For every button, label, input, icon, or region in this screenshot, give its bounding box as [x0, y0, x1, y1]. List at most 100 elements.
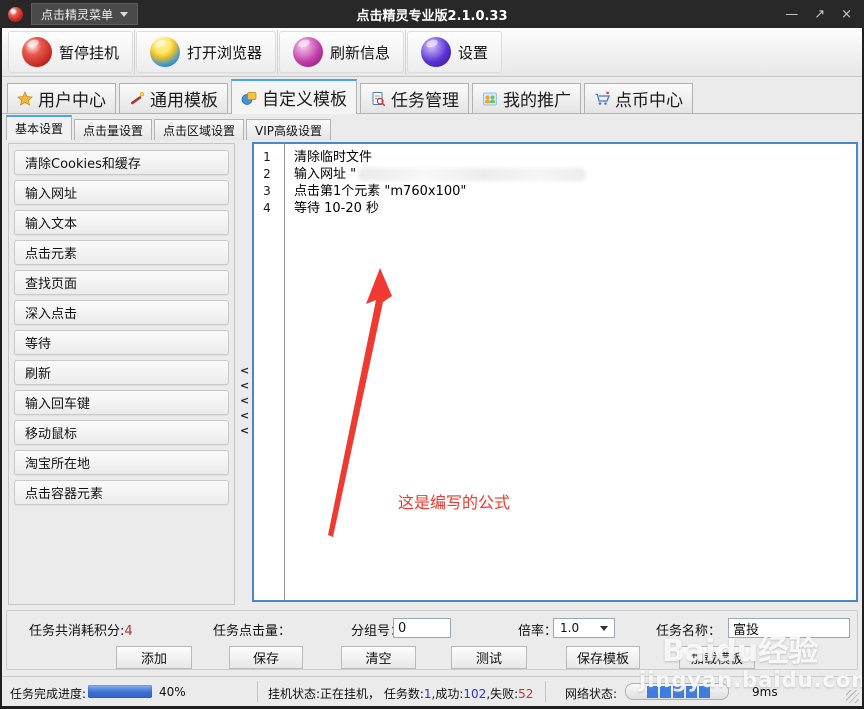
add-button[interactable]: 添加 [116, 646, 192, 669]
subtab-label: 点击量设置 [83, 122, 143, 139]
save-button[interactable]: 保存 [229, 646, 303, 669]
collapse-chevron-icon: < [240, 365, 249, 376]
statusbar-divider [257, 681, 258, 702]
latency-value: 9ms [752, 685, 778, 699]
subtab-basic-settings[interactable]: 基本设置 [6, 115, 72, 140]
cmd-wait-button[interactable]: 等待 [14, 330, 229, 355]
points-consumed-value: 4 [124, 624, 132, 639]
clear-button[interactable]: 清空 [341, 646, 416, 669]
load-template-button[interactable]: 加载模板 [679, 646, 755, 669]
maximize-button[interactable]: ↗ [814, 8, 825, 21]
success-count-value: 102 [463, 687, 486, 701]
open-browser-label: 打开浏览器 [187, 42, 262, 63]
progress-percent: 40% [159, 685, 186, 699]
subtab-label: VIP高级设置 [255, 122, 322, 139]
settings-subtabstrip: 基本设置 点击量设置 点击区域设置 VIP高级设置 [6, 115, 333, 140]
tab-label: 任务管理 [391, 86, 459, 111]
cmd-refresh-button[interactable]: 刷新 [14, 360, 229, 385]
cmd-clear-cookies-button[interactable]: 清除Cookies和缓存 [14, 150, 229, 175]
app-window: 点击精灵菜单 点击精灵专业版2.1.0.33 — ↗ × 暂停挂机 打开浏览器 [0, 0, 864, 709]
close-button[interactable]: × [841, 8, 852, 21]
signal-bar-icon [699, 686, 710, 698]
collapse-chevron-icon: < [240, 410, 249, 421]
fail-label: ,失败: [486, 687, 518, 701]
cmd-find-page-button[interactable]: 查找页面 [14, 270, 229, 295]
script-line: 等待 10-20 秒 [294, 200, 852, 217]
toolbar-separator [277, 30, 278, 74]
save-template-button[interactable]: 保存模板 [566, 646, 640, 669]
test-button[interactable]: 测试 [451, 646, 527, 669]
subtab-label: 基本设置 [15, 120, 63, 137]
two-people-icon [482, 91, 498, 107]
pause-hang-label: 暂停挂机 [59, 42, 119, 63]
line-number: 3 [254, 184, 280, 198]
settings-button[interactable]: 设置 [407, 31, 502, 73]
signal-bar-icon [686, 686, 697, 698]
tab-label: 自定义模板 [262, 85, 347, 110]
magic-wand-icon [129, 91, 145, 107]
group-number-input[interactable] [393, 618, 451, 638]
tab-general-template[interactable]: 通用模板 [119, 83, 228, 113]
success-label: ,成功: [432, 687, 464, 701]
annotation-text: 这是编写的公式 [398, 489, 510, 513]
rate-select[interactable]: 1.0 [553, 618, 615, 638]
collapse-chevron-icon: < [240, 425, 249, 436]
line-number: 4 [254, 201, 280, 215]
window-title: 点击精灵专业版2.1.0.33 [356, 5, 507, 24]
tab-my-promotion[interactable]: 我的推广 [472, 83, 581, 113]
cmd-enter-text-button[interactable]: 输入文本 [14, 210, 229, 235]
signal-bar-icon [673, 686, 684, 698]
pause-hang-button[interactable]: 暂停挂机 [8, 31, 133, 73]
network-signal-meter [625, 683, 729, 700]
task-count-value: 1 [424, 687, 432, 701]
cmd-deep-click-button[interactable]: 深入点击 [14, 300, 229, 325]
cmd-taobao-location-button[interactable]: 淘宝所在地 [14, 450, 229, 475]
cmd-enter-key-button[interactable]: 输入回车键 [14, 390, 229, 415]
script-line-text: 清除临时文件 [294, 150, 372, 165]
app-logo-icon [8, 7, 23, 22]
tab-user-center[interactable]: 用户中心 [7, 83, 116, 113]
task-form-panel: 任务共消耗积分:4 任务点击量： 分组号： 倍率： 1.0 任务名称： 添加 保… [6, 610, 858, 670]
script-line-text: 点击第1个元素 "m760x100" [294, 184, 466, 199]
resize-grip[interactable] [846, 690, 859, 703]
tab-label: 点币中心 [615, 86, 683, 111]
tab-coin-center[interactable]: 点币中心 [584, 83, 693, 113]
cmd-click-element-button[interactable]: 点击元素 [14, 240, 229, 265]
minimize-button[interactable]: — [785, 8, 798, 21]
task-document-magnifier-icon [370, 91, 386, 107]
open-browser-button[interactable]: 打开浏览器 [136, 31, 276, 73]
custom-template-icon [241, 90, 257, 106]
subtab-click-volume[interactable]: 点击量设置 [74, 119, 152, 140]
tab-custom-template[interactable]: 自定义模板 [231, 79, 357, 114]
refresh-info-button[interactable]: 刷新信息 [279, 31, 404, 73]
app-menu-button[interactable]: 点击精灵菜单 [31, 3, 138, 25]
rate-selected-value: 1.0 [554, 621, 600, 635]
script-lines: 清除临时文件 输入网址 " 点击第1个元素 "m760x100" 等待 10-2… [294, 149, 852, 217]
cmd-enter-url-button[interactable]: 输入网址 [14, 180, 229, 205]
tab-label: 用户中心 [38, 86, 106, 111]
subtab-label: 点击区域设置 [163, 122, 235, 139]
subtab-click-region[interactable]: 点击区域设置 [154, 119, 244, 140]
refresh-info-ball-icon [293, 37, 323, 67]
hang-status-prefix: 挂机状态:正在挂机， 任务数: [268, 687, 424, 701]
panel-splitter[interactable]: < < < < < [238, 143, 251, 605]
points-consumed-text: 任务共消耗积分: [29, 624, 124, 639]
collapse-chevron-icon: < [240, 380, 249, 391]
line-number: 1 [254, 150, 280, 164]
shopping-cart-icon [594, 91, 610, 107]
progress-bar [88, 685, 152, 698]
toolbar-separator [134, 30, 135, 74]
cmd-move-mouse-button[interactable]: 移动鼠标 [14, 420, 229, 445]
task-name-input[interactable] [728, 618, 850, 638]
cmd-click-container-button[interactable]: 点击容器元素 [14, 480, 229, 505]
dropdown-caret-icon [120, 12, 128, 17]
toolbar-separator [405, 30, 406, 74]
line-number-gutter: 1 2 3 4 [254, 144, 285, 600]
dropdown-caret-icon [600, 626, 608, 631]
script-line-text: 等待 10-20 秒 [294, 201, 379, 216]
points-consumed-label: 任务共消耗积分:4 [29, 620, 133, 639]
script-editor[interactable]: 1 2 3 4 清除临时文件 输入网址 " 点击第1个元素 "m760x100"… [252, 142, 858, 602]
subtab-vip-advanced[interactable]: VIP高级设置 [246, 119, 331, 140]
collapse-chevron-icon: < [240, 395, 249, 406]
tab-task-manage[interactable]: 任务管理 [360, 83, 469, 113]
